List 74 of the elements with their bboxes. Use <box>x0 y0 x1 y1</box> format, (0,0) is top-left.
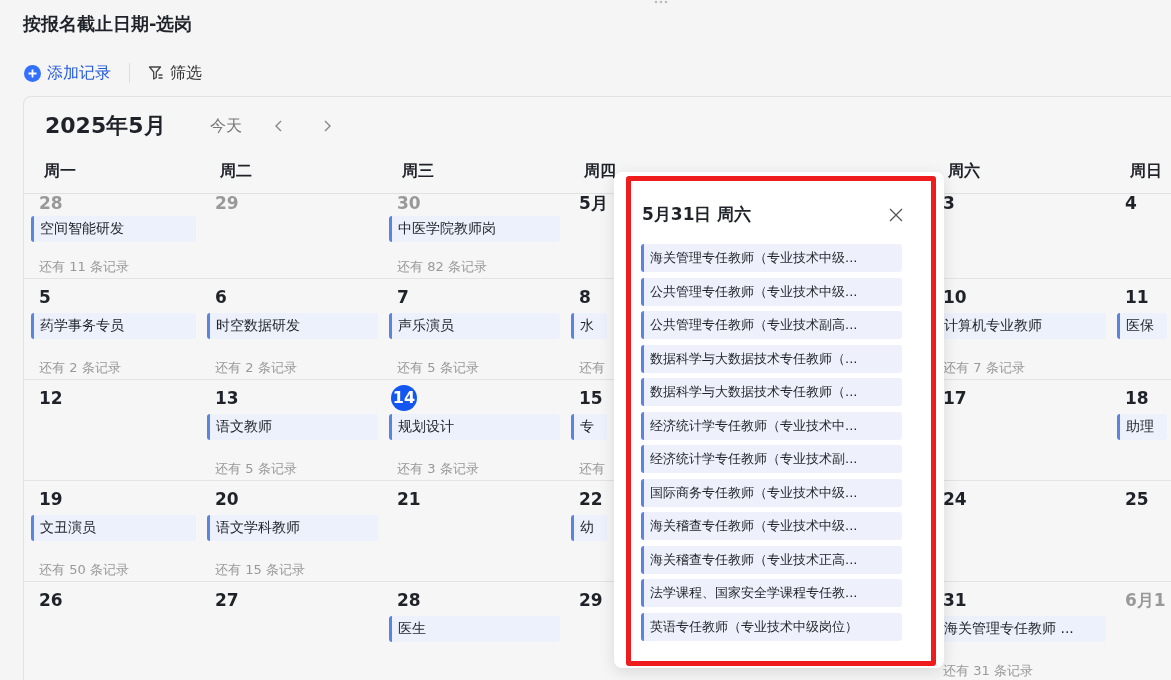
event-chip[interactable]: 水 <box>571 313 607 339</box>
event-chip[interactable]: 幼 <box>571 515 607 541</box>
event-chip[interactable]: 时空数据研发 <box>207 313 378 339</box>
event-chip[interactable]: 数据科学与大数据技术专任教师（... <box>641 344 902 373</box>
event-chip[interactable]: 公共管理专任教师（专业技术副高... <box>641 311 902 339</box>
plus-circle-icon <box>24 64 41 82</box>
day-number: 17 <box>943 387 967 410</box>
filter-button[interactable]: 筛选 <box>148 62 202 84</box>
event-chip[interactable]: 国际商务专任教师（专业技术中级... <box>641 478 902 507</box>
day-number: 15 <box>579 387 603 410</box>
event-chip[interactable]: 公共管理专任教师（专业技术中级... <box>641 277 902 306</box>
day-number: 5 <box>39 286 51 309</box>
close-icon[interactable] <box>889 207 903 222</box>
weekday-header: 周三 <box>402 161 434 180</box>
day-number: 10 <box>943 286 967 309</box>
event-chip[interactable]: 法学课程、国家安全学课程专任教... <box>641 579 902 607</box>
day-number: 6 <box>215 286 227 309</box>
popup-title: 5月31日 周六 <box>642 203 752 226</box>
event-chip[interactable]: 经济统计学专任教师（专业技术副... <box>641 445 902 473</box>
previous-month-icon[interactable] <box>273 119 284 133</box>
event-chip[interactable]: 经济统计学专任教师（专业技术中... <box>641 411 902 440</box>
day-number: 27 <box>215 589 239 612</box>
view-title: 按报名截止日期-选岗 <box>23 12 193 36</box>
today-button[interactable]: 今天 <box>209 115 242 137</box>
event-chip[interactable]: 助理 <box>1117 414 1167 440</box>
event-chip[interactable]: 规划设计 <box>389 414 560 440</box>
day-number: 12 <box>39 387 63 410</box>
add-record-button[interactable]: 添加记录 <box>24 62 111 84</box>
day-number: 31 <box>943 589 967 612</box>
day-number: 22 <box>579 488 603 511</box>
day-number: 4 <box>1125 192 1137 215</box>
day-number: 28 <box>397 589 421 612</box>
day-number: 25 <box>1125 488 1149 511</box>
event-chip[interactable]: 空间智能研发 <box>31 216 196 242</box>
day-number: 20 <box>215 488 239 511</box>
event-chip[interactable]: 语文教师 <box>207 414 378 440</box>
event-chip[interactable]: 文丑演员 <box>31 515 196 541</box>
day-number: 26 <box>39 589 63 612</box>
event-chip[interactable]: 医保 <box>1117 313 1167 339</box>
day-number: 8 <box>579 286 591 309</box>
event-chip[interactable]: 海关稽查专任教师（专业技术中级... <box>641 512 902 540</box>
event-chip[interactable]: 数据科学与大数据技术专任教师（... <box>641 378 902 406</box>
day-number: 30 <box>397 192 421 215</box>
weekday-header: 周六 <box>948 161 980 180</box>
day-number: 13 <box>215 387 239 410</box>
day-number: 5月 <box>579 192 608 215</box>
event-chip[interactable]: 医生 <box>389 616 560 642</box>
weekday-header: 周日 <box>1130 161 1162 180</box>
month-title: 2025年5月 <box>45 112 166 140</box>
day-number: 24 <box>943 488 967 511</box>
day-number: 18 <box>1125 387 1149 410</box>
weekday-header: 周一 <box>44 161 76 180</box>
event-chip[interactable]: 语文学科教师 <box>207 515 378 541</box>
day-number: 29 <box>215 192 239 215</box>
day-number: 11 <box>1125 286 1149 309</box>
day-number: 19 <box>39 488 63 511</box>
event-chip[interactable]: 中医学院教师岗 <box>389 216 560 242</box>
day-number: 6月1 <box>1125 589 1166 612</box>
event-chip[interactable]: 英语专任教师（专业技术中级岗位） <box>641 612 902 641</box>
day-number: 28 <box>39 192 63 215</box>
event-chip[interactable]: 药学事务专员 <box>31 313 196 339</box>
weekday-header: 周二 <box>220 161 252 180</box>
day-number: 21 <box>397 488 421 511</box>
event-chip[interactable]: 海关稽查专任教师（专业技术正高... <box>641 545 902 574</box>
day-number: 7 <box>397 286 409 309</box>
event-chip[interactable]: 专 <box>571 414 607 440</box>
day-number: 3 <box>943 192 955 215</box>
day-number: 29 <box>579 589 603 612</box>
weekday-header: 周四 <box>584 161 616 180</box>
drag-handle-icon[interactable] <box>654 0 668 4</box>
event-chip[interactable]: 海关管理专任教师（专业技术中级... <box>641 244 902 272</box>
event-chip[interactable]: 声乐演员 <box>389 313 560 339</box>
day-number: 14 <box>391 385 417 411</box>
filter-icon <box>148 65 164 81</box>
